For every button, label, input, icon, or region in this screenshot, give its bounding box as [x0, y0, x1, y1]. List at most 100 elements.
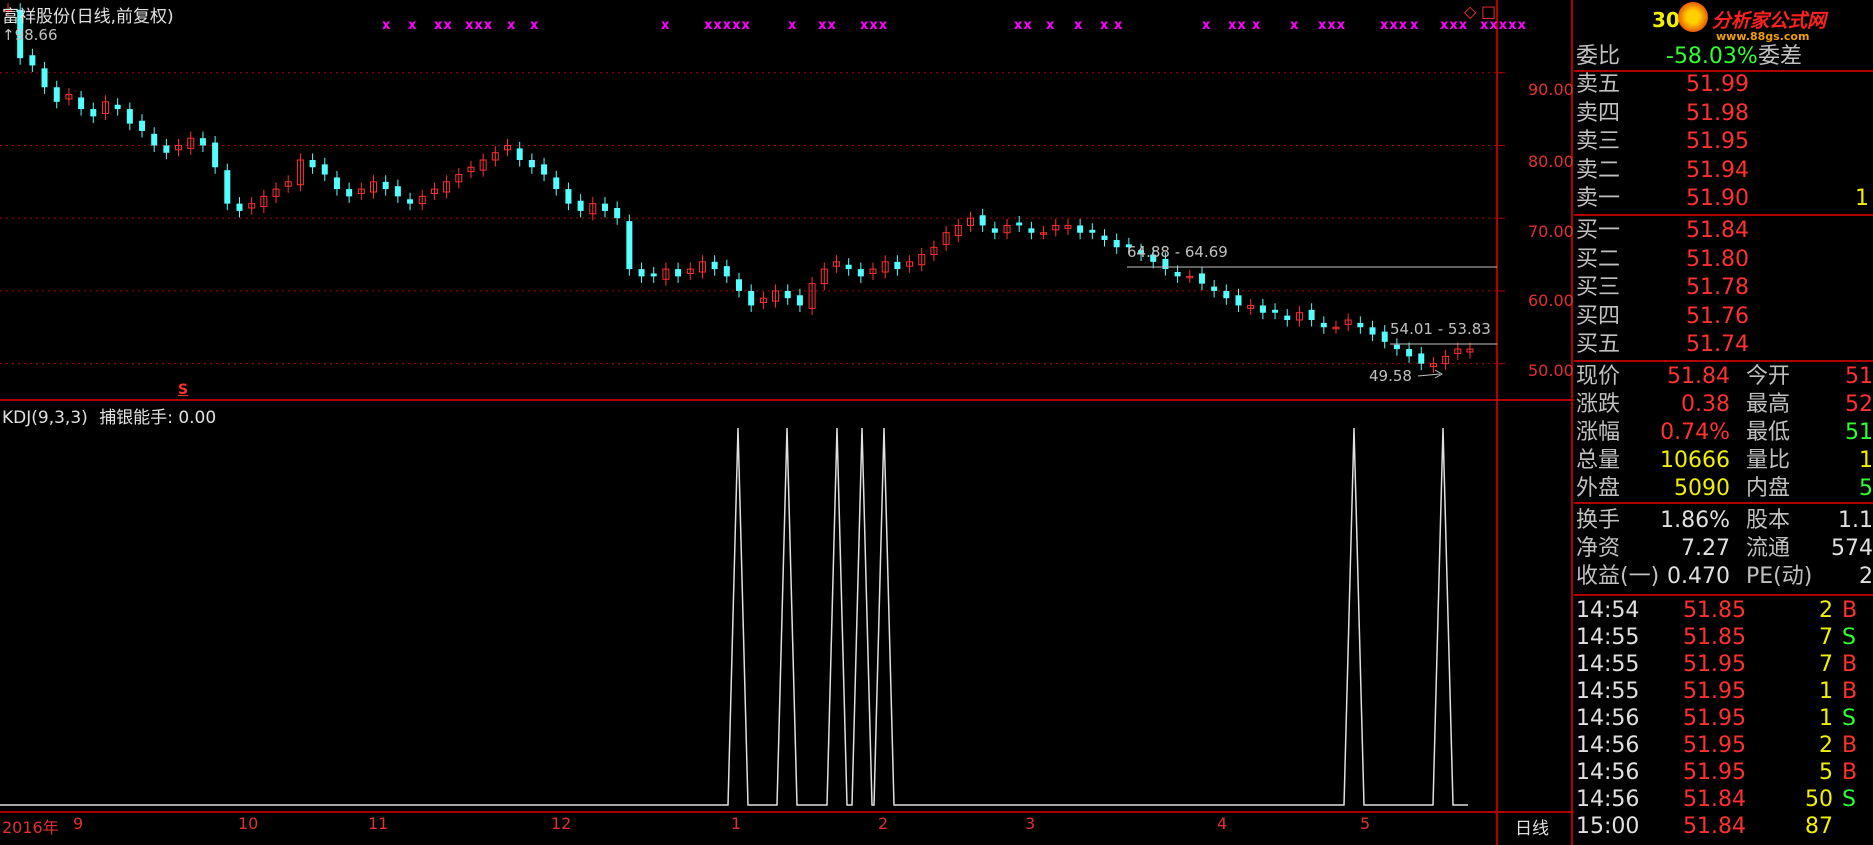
candle-body: [528, 160, 535, 168]
tick-volume: 1: [1819, 679, 1833, 704]
candle-body: [1272, 309, 1279, 313]
divider: [1574, 214, 1873, 216]
fund-label: 流通: [1746, 536, 1791, 561]
signal-mark: x: [1114, 18, 1124, 33]
order-price: 51.90: [1686, 186, 1749, 211]
date-axis-label: 10: [238, 814, 259, 833]
signal-mark: x: [1290, 18, 1300, 33]
tick-side: S: [1842, 787, 1856, 812]
logo-url: www.88gs.com: [1716, 30, 1810, 43]
tick-volume: 50: [1805, 787, 1833, 812]
signal-mark: xx: [434, 18, 453, 33]
tick-side: B: [1842, 598, 1858, 623]
signal-mark: xx: [1014, 18, 1033, 33]
diamond-icon[interactable]: ◇: [1464, 2, 1476, 21]
order-price: 51.98: [1686, 100, 1749, 126]
quote-label: 涨幅: [1576, 420, 1621, 445]
order-label: 买四: [1576, 303, 1621, 329]
order-price: 51.76: [1686, 303, 1749, 329]
candle-body: [1406, 349, 1413, 357]
tick-time: 14:55: [1576, 625, 1640, 650]
tick-row: 14:55 51.85 7 S: [1576, 625, 1873, 651]
fund-label: 收益(一): [1576, 564, 1660, 589]
fund-label: 净资: [1576, 536, 1621, 561]
quote-label: 内盘: [1746, 476, 1791, 501]
quote-label: 量比: [1746, 448, 1791, 473]
signal-mark: x: [382, 18, 392, 33]
sell-order-row: 卖二 51.94: [1576, 158, 1873, 184]
date-axis-label: 2: [878, 814, 889, 833]
signal-mark: xxx: [1380, 18, 1409, 33]
candle-body: [1381, 331, 1388, 342]
price-axis-label: 50.00: [1528, 361, 1574, 380]
fund-value: 1.86%: [1660, 508, 1730, 533]
candle-body: [29, 55, 36, 66]
signal-mark: x: [1202, 18, 1212, 33]
order-price: 51.95: [1686, 129, 1749, 154]
quote-value: 0.74%: [1660, 420, 1730, 445]
candle-body: [90, 109, 97, 117]
order-label: 买三: [1576, 275, 1621, 300]
order-label: 卖三: [1576, 129, 1621, 154]
quote-row: 外盘 5090 内盘 5: [1576, 476, 1873, 502]
tick-price: 51.85: [1683, 625, 1746, 650]
candle-body: [321, 164, 328, 175]
tick-time: 14:54: [1576, 598, 1640, 623]
candle-body: [1284, 315, 1291, 320]
candle-body: [41, 68, 48, 88]
candle-body: [614, 208, 621, 219]
buy-order-row: 买五 51.74: [1576, 332, 1873, 358]
candle-body: [114, 104, 121, 110]
signal-mark: x: [1100, 18, 1110, 33]
candle-body: [382, 181, 389, 190]
indicator-header: KDJ(9,3,3) 捕银能手: 0.00: [2, 408, 217, 428]
tick-row: 14:54 51.85 2 B: [1576, 598, 1873, 624]
buy-order-row: 买四 51.76: [1576, 304, 1873, 330]
price-chart[interactable]: [0, 0, 1574, 845]
candle-body: [784, 290, 791, 299]
sell-order-row: 卖一 51.90 1: [1576, 186, 1873, 212]
candle-body: [394, 186, 401, 197]
tick-price: 51.95: [1683, 706, 1746, 731]
order-price: 51.78: [1686, 275, 1749, 300]
candle-body: [199, 138, 206, 146]
tick-volume: 5: [1819, 760, 1833, 785]
tick-side: B: [1842, 760, 1858, 785]
tick-time: 14:56: [1576, 787, 1640, 812]
tick-time: 14:56: [1576, 733, 1640, 758]
fund-label: 股本: [1746, 508, 1791, 533]
low-price-mark: 49.58: [1369, 367, 1412, 385]
candle-body: [723, 266, 730, 277]
quote-row: 总量 10666 量比 1: [1576, 448, 1873, 474]
date-axis-label: 3: [1025, 814, 1036, 833]
candle-body: [126, 109, 133, 124]
order-label: 买二: [1576, 246, 1621, 272]
buy-order-row: 买一 51.84: [1576, 218, 1873, 244]
order-price: 51.74: [1686, 332, 1749, 357]
fund-value: 2: [1859, 564, 1873, 589]
price-axis-label: 90.00: [1528, 80, 1574, 99]
order-label: 卖五: [1576, 72, 1621, 97]
tick-side: B: [1842, 679, 1858, 704]
square-icon[interactable]: □: [1481, 2, 1496, 21]
quote-label: 最高: [1746, 392, 1791, 417]
divider: [1574, 594, 1873, 596]
tick-volume: 7: [1819, 652, 1833, 677]
candle-body: [991, 228, 998, 233]
order-volume: 1: [1855, 186, 1869, 211]
candle-body: [1101, 235, 1108, 240]
order-ratio-label: 委比: [1576, 44, 1621, 69]
candle-body: [857, 269, 864, 277]
signal-mark: x: [1252, 18, 1262, 33]
fund-row: 净资 7.27 流通 574: [1576, 536, 1873, 562]
candle-body: [1089, 229, 1096, 233]
candlestick-series: [4, 3, 1474, 374]
candle-body: [333, 177, 340, 190]
quote-value: 5090: [1674, 476, 1730, 501]
period-label[interactable]: 日线: [1515, 814, 1549, 839]
order-label: 卖一: [1576, 186, 1621, 211]
signal-mark: x: [507, 18, 517, 33]
tick-volume: 1: [1819, 706, 1833, 731]
tick-side: S: [1842, 625, 1856, 650]
signal-mark: xxx: [465, 18, 494, 33]
